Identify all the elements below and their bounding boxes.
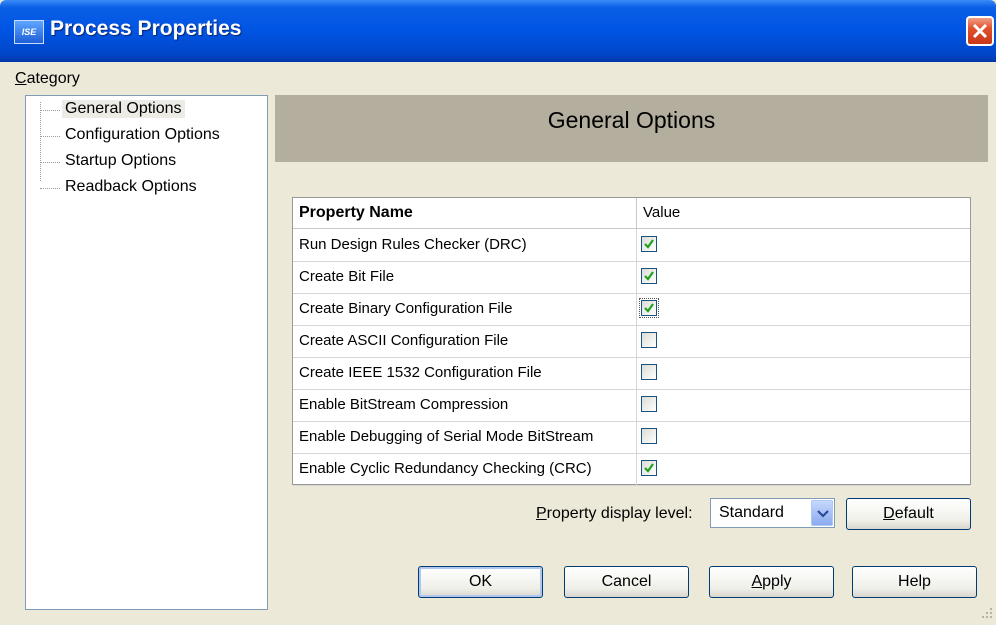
checkmark-icon [644,303,654,313]
property-checkbox[interactable] [641,428,657,444]
checkmark-icon [644,271,654,281]
display-level-value: Standard [719,504,784,521]
property-name-cell: Create Bit File [293,261,637,293]
section-title: General Options [547,107,716,133]
title-bar[interactable]: ISE Process Properties [0,0,996,62]
ise-app-icon: ISE [14,20,44,44]
tree-item-label: Readback Options [65,178,197,195]
window-title: Process Properties [50,17,242,40]
property-name-cell: Enable BitStream Compression [293,389,637,421]
close-button[interactable] [966,16,994,46]
table-row[interactable]: Enable BitStream Compression [293,389,970,422]
property-value-cell [637,453,970,485]
close-icon [972,23,988,39]
property-value-cell [637,261,970,293]
table-row[interactable]: Create Binary Configuration File [293,293,970,326]
category-label: Category [15,70,80,87]
tree-item-label: Startup Options [65,152,177,169]
checkmark-icon [644,463,654,473]
property-value-cell [637,293,970,325]
chevron-down-icon [817,510,829,518]
property-value-cell [637,229,970,261]
display-level-select[interactable]: Standard [710,498,835,528]
property-name-cell: Run Design Rules Checker (DRC) [293,229,637,261]
default-button[interactable]: Default [846,498,971,530]
table-row[interactable]: Create IEEE 1532 Configuration File [293,357,970,390]
column-header-value[interactable]: Value [637,198,970,228]
dropdown-button[interactable] [811,500,833,526]
property-value-cell [637,325,970,357]
table-row[interactable]: Create Bit File [293,261,970,294]
tree-item-label: General Options [62,100,185,118]
property-value-cell [637,357,970,389]
property-checkbox[interactable] [639,298,659,318]
property-checkbox[interactable] [641,396,657,412]
ok-button[interactable]: OK [418,566,543,598]
table-row[interactable]: Enable Cyclic Redundancy Checking (CRC) [293,453,970,486]
property-checkbox[interactable] [641,236,657,252]
cancel-button[interactable]: Cancel [564,566,689,598]
category-tree[interactable]: General Options Configuration Options St… [25,95,268,610]
table-row[interactable]: Run Design Rules Checker (DRC) [293,229,970,262]
checkmark-icon [644,239,654,249]
resize-grip-icon[interactable] [980,606,994,620]
property-checkbox[interactable] [641,268,657,284]
apply-button[interactable]: Apply [709,566,834,598]
display-level-label: Property display level: [536,505,693,522]
tree-item-label: Configuration Options [65,126,220,143]
property-name-cell: Create ASCII Configuration File [293,325,637,357]
property-checkbox[interactable] [641,364,657,380]
tree-connector-line [40,102,41,181]
table-row[interactable]: Enable Debugging of Serial Mode BitStrea… [293,421,970,454]
help-button[interactable]: Help [852,566,977,598]
property-grid[interactable]: Property Name Value Run Design Rules Che… [292,197,971,486]
property-checkbox[interactable] [641,460,657,476]
property-name-cell: Enable Cyclic Redundancy Checking (CRC) [293,453,637,485]
section-header: General Options [275,95,988,162]
property-value-cell [637,389,970,421]
grid-header: Property Name Value [293,198,970,229]
table-row[interactable]: Create ASCII Configuration File [293,325,970,358]
column-header-property-name[interactable]: Property Name [293,198,637,228]
property-name-cell: Enable Debugging of Serial Mode BitStrea… [293,421,637,453]
property-value-cell [637,421,970,453]
property-name-cell: Create Binary Configuration File [293,293,637,325]
property-name-cell: Create IEEE 1532 Configuration File [293,357,637,389]
property-checkbox[interactable] [641,332,657,348]
